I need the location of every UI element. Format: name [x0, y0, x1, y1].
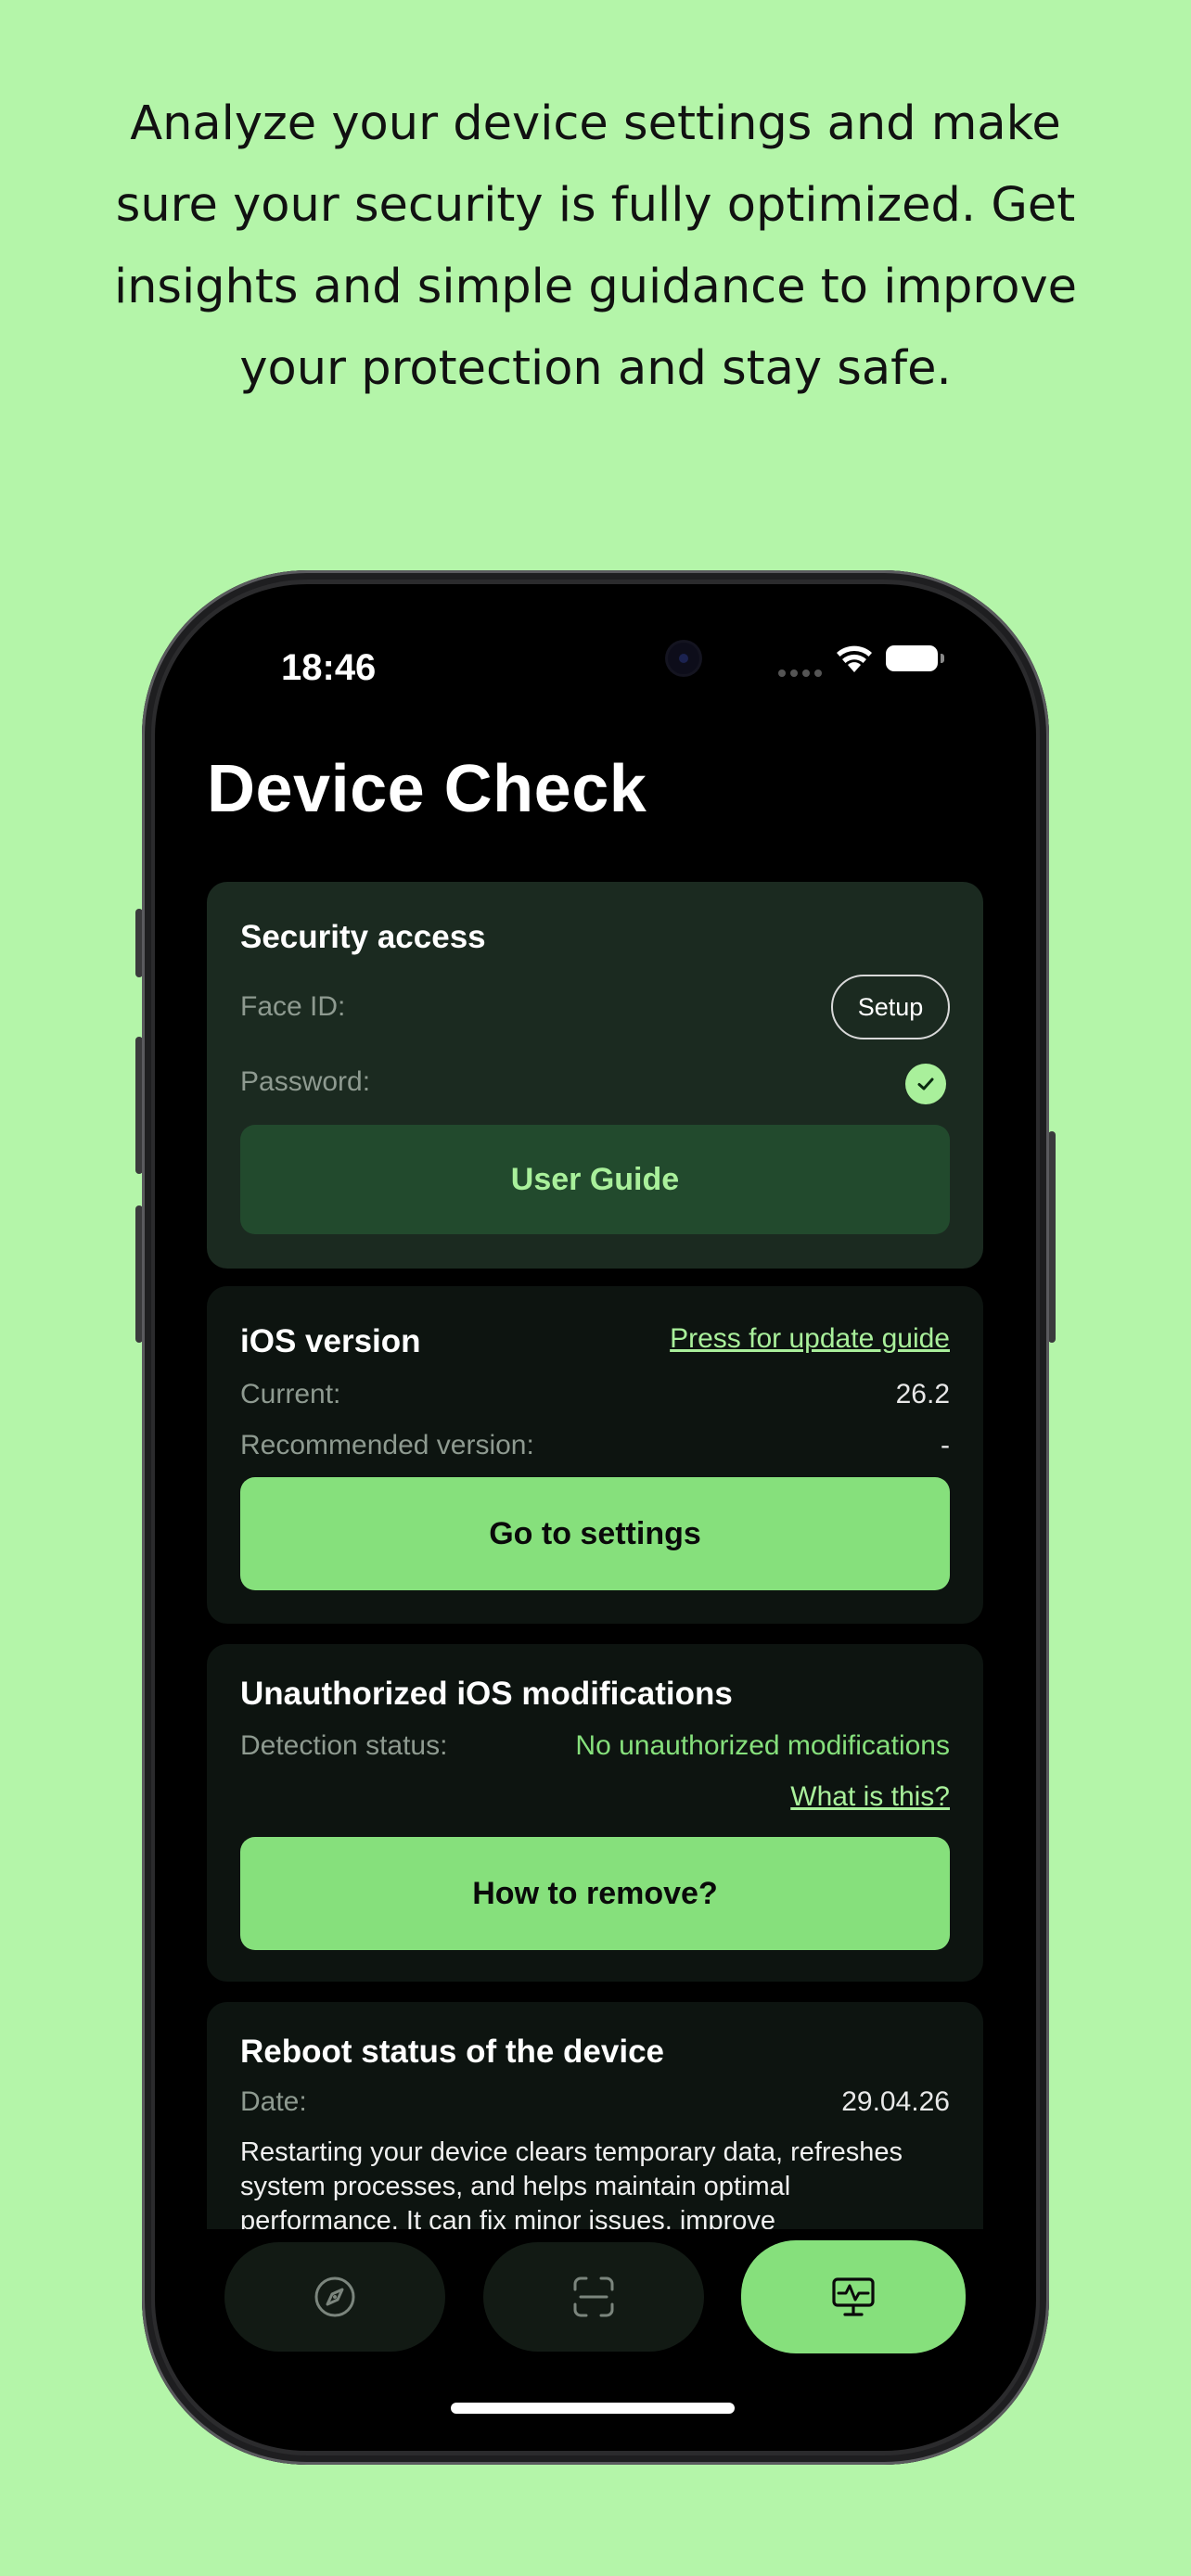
- compass-icon: [314, 2276, 355, 2317]
- tab-explore[interactable]: [224, 2242, 445, 2352]
- reboot-date-value: 29.04.26: [841, 2086, 950, 2117]
- face-id-label: Face ID:: [240, 991, 346, 1022]
- battery-icon: [886, 645, 944, 671]
- ios-version-card: iOS version Press for update guide Curre…: [207, 1286, 983, 1624]
- scroll-content[interactable]: Security access Face ID: Setup Password:…: [207, 882, 983, 2229]
- marketing-tagline: Analyze your device settings and make su…: [113, 96, 1078, 396]
- what-is-this-link[interactable]: What is this?: [790, 1781, 950, 1813]
- recommended-version-value: -: [941, 1430, 950, 1460]
- phone-power-button: [1048, 1131, 1056, 1343]
- security-access-card: Security access Face ID: Setup Password:…: [207, 882, 983, 1269]
- current-version-value: 26.2: [895, 1379, 950, 1409]
- bottom-tab-bar: [155, 2233, 1036, 2353]
- security-card-title: Security access: [240, 919, 486, 955]
- ios-card-title: iOS version: [240, 1323, 421, 1359]
- go-to-settings-button[interactable]: Go to settings: [240, 1477, 950, 1590]
- reboot-status-card: Reboot status of the device Date: 29.04.…: [207, 2002, 983, 2229]
- recommended-version-label: Recommended version:: [240, 1430, 534, 1460]
- password-check-icon: [905, 1064, 946, 1104]
- detection-status-label: Detection status:: [240, 1730, 448, 1761]
- tab-scan[interactable]: [483, 2242, 704, 2352]
- phone-screen: 18:46 Device Check Security access Face …: [155, 584, 1036, 2451]
- face-id-setup-button[interactable]: Setup: [831, 975, 950, 1039]
- current-version-label: Current:: [240, 1379, 341, 1409]
- reboot-card-title: Reboot status of the device: [240, 2034, 665, 2070]
- status-time: 18:46: [281, 647, 377, 688]
- cellular-signal-icon: [778, 670, 822, 677]
- update-guide-link[interactable]: Press for update guide: [670, 1323, 950, 1355]
- front-camera: [668, 643, 699, 674]
- user-guide-button[interactable]: User Guide: [240, 1125, 950, 1234]
- password-label: Password:: [240, 1066, 371, 1097]
- tab-device-check[interactable]: [741, 2240, 966, 2353]
- unauthorized-modifications-card: Unauthorized iOS modifications Detection…: [207, 1644, 983, 1982]
- monitor-pulse-icon: [832, 2277, 875, 2316]
- how-to-remove-button[interactable]: How to remove?: [240, 1837, 950, 1950]
- reboot-date-label: Date:: [240, 2086, 307, 2117]
- home-indicator[interactable]: [451, 2403, 735, 2414]
- reboot-description: Restarting your device clears temporary …: [240, 2137, 903, 2229]
- page-title: Device Check: [207, 752, 647, 826]
- scan-icon: [573, 2276, 614, 2317]
- wifi-icon: [837, 645, 872, 672]
- mods-card-title: Unauthorized iOS modifications: [240, 1676, 733, 1712]
- detection-status-value: No unauthorized modifications: [575, 1730, 950, 1761]
